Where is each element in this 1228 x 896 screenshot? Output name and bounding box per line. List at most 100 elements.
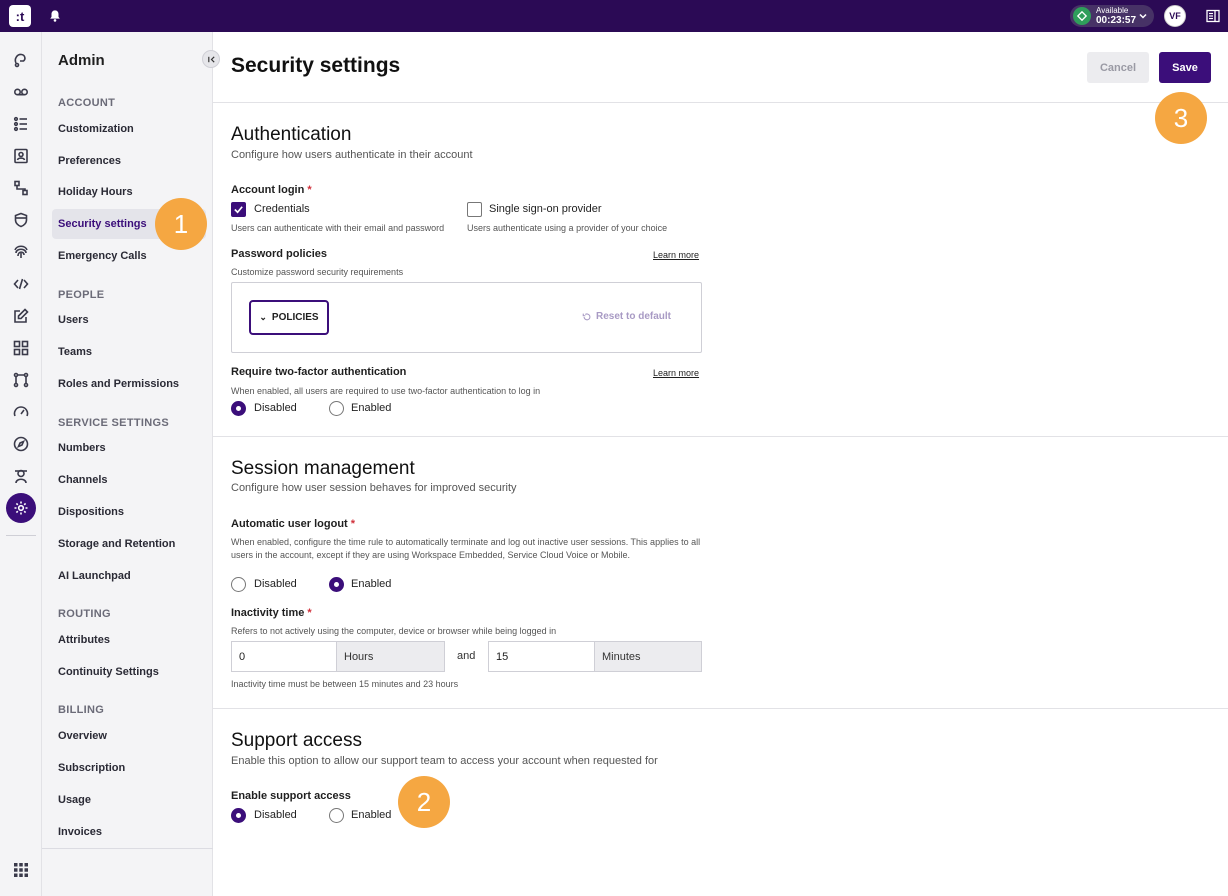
sso-help: Users authenticate using a provider of y…: [467, 223, 668, 233]
minutes-input[interactable]: 15: [488, 641, 595, 672]
support-disabled-radio[interactable]: [231, 808, 246, 823]
chevron-down-icon: [1139, 13, 1147, 19]
sidebar-item-customization[interactable]: Customization: [52, 114, 206, 144]
app-launcher-icon[interactable]: [13, 862, 29, 878]
authentication-title: Authentication: [231, 124, 352, 145]
expand-icon: ⌄: [259, 312, 267, 322]
status-label: Available: [1096, 5, 1129, 15]
auto-logout-enabled-radio[interactable]: [329, 577, 344, 592]
agent-icon[interactable]: [11, 466, 31, 486]
edit-icon[interactable]: [11, 306, 31, 326]
credentials-label: Credentials: [254, 203, 310, 215]
icon-rail: [0, 32, 42, 896]
credentials-help: Users can authenticate with their email …: [231, 223, 445, 233]
sidebar-item-preferences[interactable]: Preferences: [52, 146, 206, 176]
inactivity-time-note: Inactivity time must be between 15 minut…: [231, 679, 459, 689]
shield-icon[interactable]: [11, 210, 31, 230]
auto-logout-label: Automatic user logout *: [231, 518, 356, 530]
password-policies-label: Password policies: [231, 248, 327, 260]
section-divider: [213, 436, 1228, 437]
voicemail-icon[interactable]: [11, 82, 31, 102]
settings-gear-icon[interactable]: [6, 493, 36, 523]
sidebar-item-teams[interactable]: Teams: [52, 337, 206, 367]
sidebar-item-roles-and-permissions[interactable]: Roles and Permissions: [52, 369, 206, 399]
routing-icon[interactable]: [11, 370, 31, 390]
auto-logout-help: When enabled, configure the time rule to…: [231, 537, 701, 560]
account-login-label: Account login *: [231, 184, 312, 196]
minutes-unit: Minutes: [595, 641, 702, 672]
sidebar-divider: [42, 848, 213, 849]
reset-icon: [582, 312, 591, 320]
collapse-sidebar-button[interactable]: [202, 50, 220, 68]
two-factor-learn-more-link[interactable]: Learn more: [653, 368, 699, 378]
available-status-icon: [1073, 7, 1091, 25]
header-divider: [213, 102, 1228, 103]
code-icon[interactable]: [11, 274, 31, 294]
sidebar-item-ai-launchpad[interactable]: AI Launchpad: [52, 561, 206, 591]
sidebar-item-storage-and-retention[interactable]: Storage and Retention: [52, 529, 206, 559]
checkmark-icon: [234, 206, 243, 214]
support-description: Enable this option to allow our support …: [231, 755, 658, 767]
sidebar-title: Admin: [58, 52, 105, 69]
inactivity-time-label: Inactivity time *: [231, 607, 312, 619]
hours-input[interactable]: 0: [231, 641, 337, 672]
session-title: Session management: [231, 458, 415, 479]
credentials-checkbox[interactable]: [231, 202, 246, 217]
auto-logout-disabled-label: Disabled: [254, 578, 297, 590]
two-factor-enabled-label: Enabled: [351, 402, 392, 414]
support-enabled-radio[interactable]: [329, 808, 344, 823]
bell-icon[interactable]: [48, 9, 62, 23]
apps-icon[interactable]: [11, 338, 31, 358]
sidebar-item-usage[interactable]: Usage: [52, 785, 206, 815]
sidebar-item-continuity-settings[interactable]: Continuity Settings: [52, 657, 206, 687]
fingerprint-icon[interactable]: [11, 242, 31, 262]
two-factor-help: When enabled, all users are required to …: [231, 386, 541, 396]
and-text: and: [457, 650, 476, 662]
save-button[interactable]: Save: [1159, 52, 1211, 83]
cancel-button[interactable]: Cancel: [1087, 52, 1149, 83]
auto-logout-disabled-radio[interactable]: [231, 577, 246, 592]
two-factor-disabled-radio[interactable]: [231, 401, 246, 416]
two-factor-label: Require two-factor authentication: [231, 366, 407, 378]
authentication-description: Configure how users authenticate in thei…: [231, 149, 473, 161]
sidebar-section-service-settings: SERVICE SETTINGS: [58, 417, 169, 429]
collapse-left-icon: [207, 55, 215, 63]
support-enabled-label: Enabled: [351, 809, 392, 821]
avatar[interactable]: VF: [1164, 5, 1186, 27]
support-disabled-label: Disabled: [254, 809, 297, 821]
policies-button[interactable]: ⌄ POLICIES: [249, 300, 329, 335]
sidebar-item-channels[interactable]: Channels: [52, 465, 206, 495]
sidebar-item-users[interactable]: Users: [52, 305, 206, 335]
flow-icon[interactable]: [11, 178, 31, 198]
session-description: Configure how user session behaves for i…: [231, 482, 517, 494]
contacts-icon[interactable]: [11, 146, 31, 166]
sidebar-section-people: PEOPLE: [58, 289, 105, 301]
annotation-badge-3: 3: [1155, 92, 1207, 144]
sidebar-item-numbers[interactable]: Numbers: [52, 433, 206, 463]
sidebar-item-dispositions[interactable]: Dispositions: [52, 497, 206, 527]
admin-sidebar: Admin ACCOUNT Customization Preferences …: [42, 32, 220, 896]
reset-to-default-button[interactable]: Reset to default: [582, 311, 671, 322]
password-policies-learn-more-link[interactable]: Learn more: [653, 250, 699, 260]
sidebar-item-subscription[interactable]: Subscription: [52, 753, 206, 783]
sso-checkbox[interactable]: [467, 202, 482, 217]
gauge-icon[interactable]: [11, 402, 31, 422]
queue-list-icon[interactable]: [11, 114, 31, 134]
status-selector[interactable]: Available 00:23:57: [1070, 5, 1154, 27]
compass-icon[interactable]: [11, 434, 31, 454]
two-factor-disabled-label: Disabled: [254, 402, 297, 414]
sidebar-item-attributes[interactable]: Attributes: [52, 625, 206, 655]
inbox-icon[interactable]: [11, 50, 31, 70]
sidebar-item-invoices[interactable]: Invoices: [52, 817, 206, 847]
status-timer: 00:23:57: [1096, 14, 1137, 26]
password-policies-help: Customize password security requirements: [231, 267, 404, 277]
support-access-label: Enable support access: [231, 790, 351, 802]
side-panel-icon[interactable]: [1206, 9, 1220, 23]
page-title: Security settings: [231, 54, 401, 77]
section-divider: [213, 708, 1228, 709]
app-logo[interactable]: :t: [9, 5, 31, 27]
support-title: Support access: [231, 730, 362, 751]
two-factor-enabled-radio[interactable]: [329, 401, 344, 416]
top-bar: :t Available 00:23:57 VF: [0, 0, 1228, 32]
sidebar-item-overview[interactable]: Overview: [52, 721, 206, 751]
